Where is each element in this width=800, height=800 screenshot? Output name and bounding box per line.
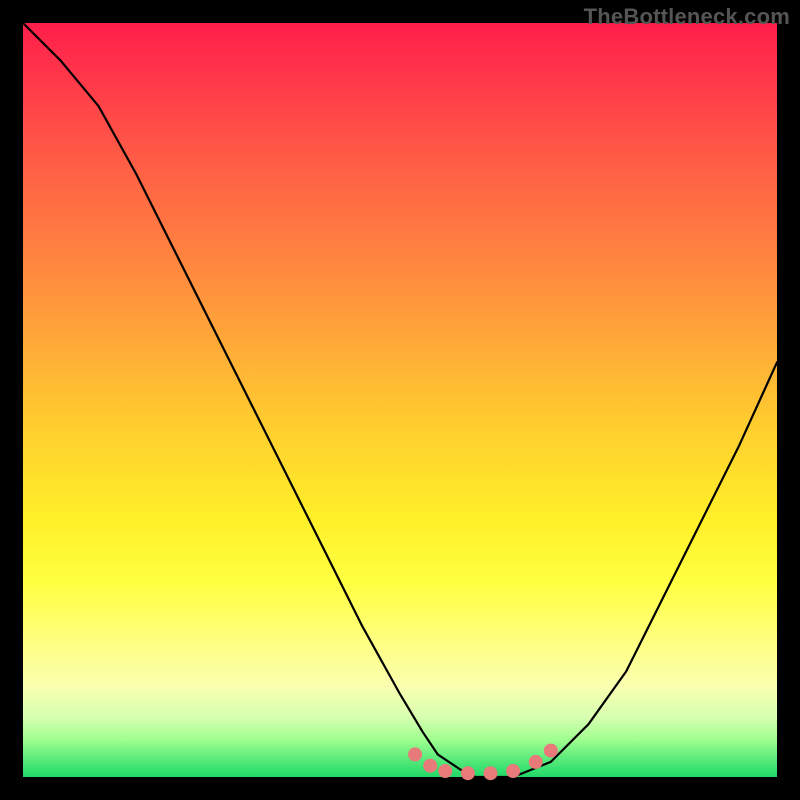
bottleneck-curve — [23, 23, 777, 777]
optimal-marker — [506, 764, 520, 778]
optimal-marker — [423, 759, 437, 773]
optimal-range-markers — [408, 744, 558, 781]
optimal-marker — [461, 766, 475, 780]
chart-container: TheBottleneck.com — [0, 0, 800, 800]
chart-svg-layer — [23, 23, 777, 777]
optimal-marker — [529, 755, 543, 769]
optimal-marker — [438, 764, 452, 778]
optimal-marker — [408, 747, 422, 761]
optimal-marker — [544, 744, 558, 758]
optimal-marker — [484, 766, 498, 780]
